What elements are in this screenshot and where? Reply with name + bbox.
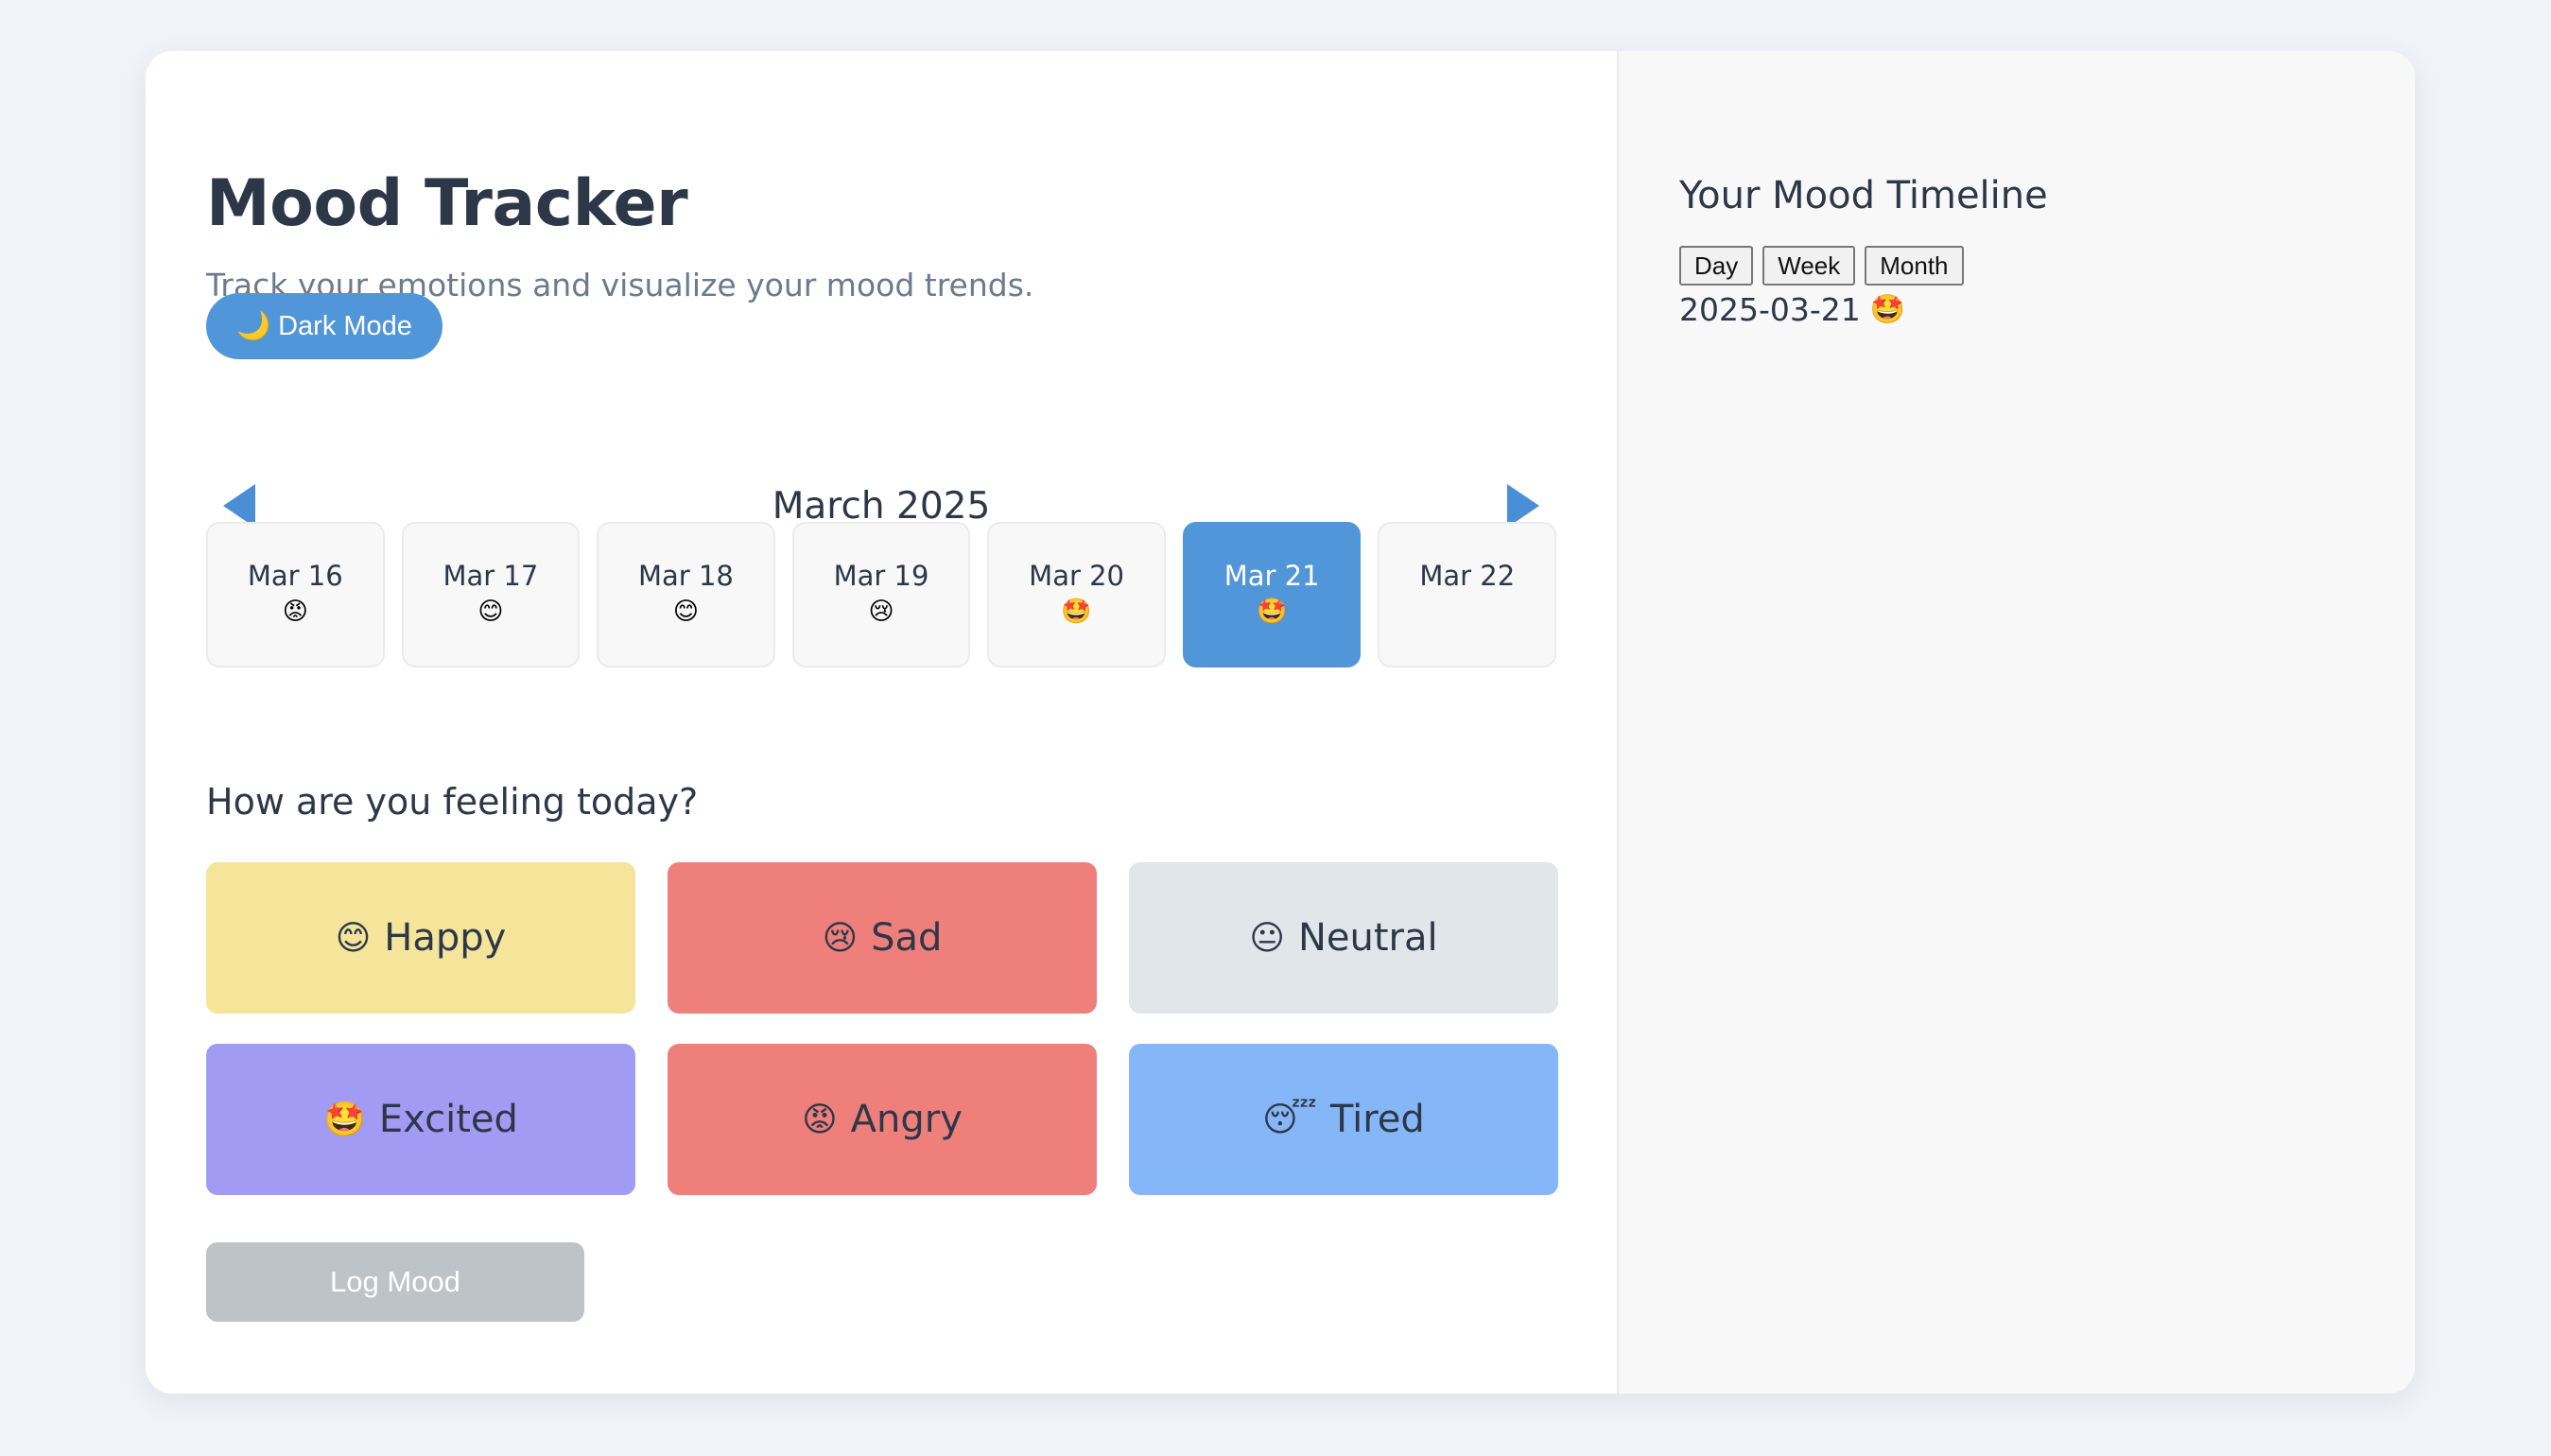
- mood-label: Happy: [384, 916, 507, 960]
- mood-options: 😊 Happy 😢 Sad 😐 Neutral 🤩 Excited 😡 Angr…: [206, 862, 1558, 1195]
- day-cell[interactable]: Mar 16 😡: [206, 522, 385, 667]
- star-struck-face-icon: 🤩: [1869, 293, 1906, 326]
- star-struck-face-icon: 🤩: [1256, 598, 1288, 626]
- timeline-entry-date: 2025-03-21: [1679, 291, 1861, 328]
- month-label: March 2025: [772, 484, 991, 528]
- day-label: Mar 17: [443, 560, 539, 592]
- dark-mode-label: Dark Mode: [278, 310, 412, 341]
- day-cell[interactable]: Mar 22: [1378, 522, 1557, 667]
- day-cell[interactable]: Mar 17 😊: [401, 522, 581, 667]
- sleeping-face-icon: 😴: [1262, 1100, 1317, 1139]
- view-month-button[interactable]: Month: [1865, 246, 1964, 286]
- mood-sad-button[interactable]: 😢 Sad: [668, 862, 1097, 1014]
- star-struck-face-icon: 🤩: [1061, 598, 1092, 626]
- timeline-title: Your Mood Timeline: [1679, 174, 2048, 217]
- dark-mode-button[interactable]: 🌙 Dark Mode: [206, 293, 443, 359]
- angry-face-icon: 😡: [802, 1100, 838, 1139]
- timeline-panel: Your Mood Timeline Day Week Month 2025-0…: [1617, 51, 2415, 1394]
- day-strip: Mar 16 😡 Mar 17 😊 Mar 18 😊 Mar 19 😢 Mar …: [206, 522, 1557, 667]
- star-struck-face-icon: 🤩: [323, 1101, 366, 1139]
- day-label: Mar 21: [1223, 560, 1320, 592]
- day-label: Mar 20: [1029, 560, 1125, 592]
- happy-face-icon: 😊: [672, 598, 699, 626]
- page-title: Mood Tracker: [206, 166, 688, 241]
- day-cell[interactable]: Mar 20 🤩: [987, 522, 1166, 667]
- happy-face-icon: 😊: [335, 918, 372, 958]
- day-label: Mar 18: [638, 560, 734, 592]
- view-week-button[interactable]: Week: [1762, 246, 1856, 286]
- mood-angry-button[interactable]: 😡 Angry: [668, 1044, 1097, 1195]
- view-day-button[interactable]: Day: [1679, 246, 1754, 286]
- mood-neutral-button[interactable]: 😐 Neutral: [1129, 862, 1558, 1014]
- mood-question: How are you feeling today?: [206, 781, 699, 823]
- angry-face-icon: 😡: [282, 598, 308, 626]
- app-card: Mood Tracker Track your emotions and vis…: [146, 51, 2415, 1394]
- happy-face-icon: 😊: [477, 598, 504, 626]
- crying-face-icon: 😢: [868, 598, 894, 626]
- timeline-view-switcher: Day Week Month: [1679, 246, 2354, 286]
- mood-label: Angry: [850, 1098, 963, 1141]
- mood-label: Excited: [378, 1098, 518, 1141]
- timeline-entry: 2025-03-21 🤩: [1679, 291, 2354, 328]
- day-label: Mar 22: [1419, 560, 1516, 592]
- mood-tired-button[interactable]: 😴 Tired: [1129, 1044, 1558, 1195]
- day-cell-selected[interactable]: Mar 21 🤩: [1182, 522, 1362, 667]
- mood-label: Tired: [1329, 1098, 1425, 1141]
- crying-face-icon: 😢: [822, 918, 859, 958]
- day-cell[interactable]: Mar 19 😢: [791, 522, 971, 667]
- mood-label: Sad: [871, 916, 943, 960]
- main-panel: Mood Tracker Track your emotions and vis…: [146, 51, 1617, 1394]
- log-mood-button[interactable]: Log Mood: [206, 1242, 584, 1322]
- mood-excited-button[interactable]: 🤩 Excited: [206, 1044, 635, 1195]
- neutral-face-icon: 😐: [1249, 918, 1285, 958]
- mood-label: Neutral: [1297, 916, 1438, 960]
- day-cell[interactable]: Mar 18 😊: [597, 522, 775, 667]
- mood-happy-button[interactable]: 😊 Happy: [206, 862, 635, 1014]
- day-label: Mar 16: [247, 560, 343, 592]
- day-label: Mar 19: [833, 560, 929, 592]
- moon-icon: 🌙: [236, 311, 271, 341]
